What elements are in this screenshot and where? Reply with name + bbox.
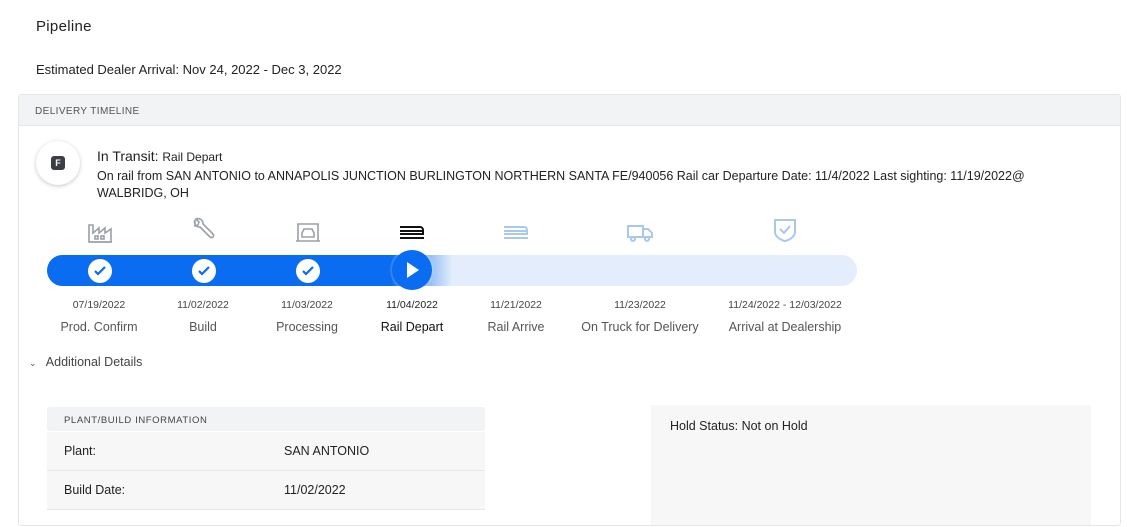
check-icon [94,266,106,276]
plant-info-header: PLANT/BUILD INFORMATION [47,407,485,431]
table-row: Build Date: 11/02/2022 [47,471,485,510]
factory-icon [86,219,114,245]
status-avatar: F [36,141,80,185]
additional-details-toggle[interactable]: ⌄ Additional Details [29,355,142,369]
stage-complete-dot [296,259,320,283]
row-key: Plant: [64,444,96,458]
status-line: In Transit: Rail Depart [97,148,222,164]
delivery-timeline-card: DELIVERY TIMELINE F In Transit: Rail Dep… [18,94,1121,526]
shield-check-icon [771,217,799,243]
stage-label: On Truck for Delivery [581,320,699,334]
check-icon [198,266,210,276]
row-value: SAN ANTONIO [284,444,370,458]
table-row: Plant: SAN ANTONIO [47,432,485,471]
play-icon [407,262,419,278]
chevron-down-icon: ⌄ [29,358,37,368]
hold-status: Hold Status: Not on Hold [670,419,808,433]
stage-current-dot [392,250,432,290]
stage-complete-dot [192,259,216,283]
card-header: DELIVERY TIMELINE [19,95,1120,126]
card-header-label: DELIVERY TIMELINE [35,106,140,117]
rail-car-icon [502,219,530,245]
hold-status-panel: Hold Status: Not on Hold [651,405,1091,525]
truck-icon [626,219,654,245]
status-description: On rail from SAN ANTONIO to ANNAPOLIS JU… [97,169,1025,200]
wrench-icon [189,217,217,243]
status-main: In Transit: [97,148,159,164]
plant-build-info: PLANT/BUILD INFORMATION Plant: SAN ANTON… [47,407,485,527]
check-icon [302,266,314,276]
car-processing-icon [294,219,322,245]
stage-complete-dot [88,259,112,283]
additional-details-label: Additional Details [45,355,143,369]
timeline-track [47,255,857,286]
row-value: 11/02/2022 [284,483,346,497]
stage-date: 11/24/2022 - 12/03/2022 [728,299,842,311]
stage-date: 11/23/2022 [614,299,666,311]
rail-car-icon [398,219,426,245]
row-key: Build Date: [64,483,126,497]
status-sub: Rail Depart [162,150,223,164]
stage-label: Arrival at Dealership [728,320,842,334]
stage-date: 11/21/2022 [490,299,542,311]
avatar-letter: F [51,156,65,170]
page-title: Pipeline [36,18,92,35]
estimated-arrival: Estimated Dealer Arrival: Nov 24, 2022 -… [36,62,342,77]
plant-info-header-label: PLANT/BUILD INFORMATION [64,415,208,426]
